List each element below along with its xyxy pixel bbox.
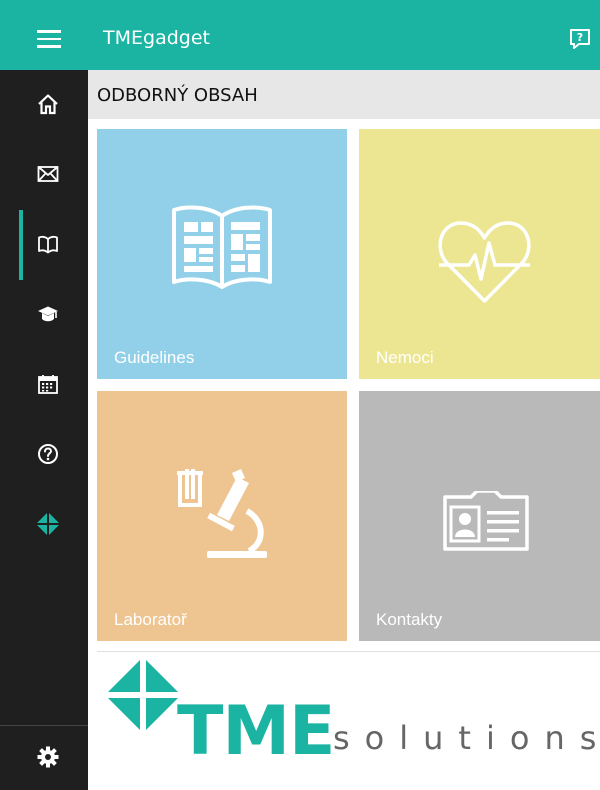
sidebar-item-home[interactable] [0,70,88,140]
sidebar-item-education[interactable] [0,280,88,350]
calendar-icon [38,375,58,394]
sidebar [0,70,88,790]
tme-logo-mark-icon [108,660,178,730]
page-title: ODBORNÝ OBSAH [97,85,258,106]
sidebar-item-tme[interactable] [0,490,88,560]
book-icon [38,235,58,254]
sidebar-item-calendar[interactable] [0,350,88,420]
tile-guidelines[interactable]: Guidelines [97,129,347,379]
tme-logo-icon [37,513,59,535]
title-bar: TMEgadget ? [0,0,600,70]
logo-suffix: solutions [333,719,600,757]
sidebar-item-help[interactable] [0,420,88,490]
sidebar-item-settings[interactable] [0,726,88,790]
graduation-cap-icon [38,306,58,322]
feedback-icon[interactable]: ? [568,27,592,51]
menu-icon[interactable] [37,30,61,48]
contact-card-icon [443,491,529,551]
app-title: TMEgadget [103,27,210,49]
heart-pulse-icon [438,221,531,303]
sidebar-item-mail[interactable] [0,140,88,210]
guidelines-book-icon [172,205,272,289]
tile-label: Kontakty [376,610,443,629]
logo-brand: TME [177,692,336,771]
microscope-icon [177,469,267,558]
help-icon [38,444,58,464]
svg-text:?: ? [577,31,583,44]
settings-icon [37,746,59,768]
tile-nemoci[interactable]: Nemoci [359,129,600,379]
mail-icon [37,166,59,182]
section-header: ODBORNÝ OBSAH [88,70,600,119]
sidebar-item-content[interactable] [0,210,88,280]
tile-laborator[interactable]: Laboratoř [97,391,347,641]
divider [97,651,600,652]
tile-label: Nemoci [376,348,434,367]
tile-label: Guidelines [114,348,195,367]
tile-label: Laboratoř [114,610,187,629]
home-icon [38,94,58,115]
content-area: Guidelines Nemoci Laboratoř Kontakty TME… [88,119,600,790]
tile-kontakty[interactable]: Kontakty [359,391,600,641]
